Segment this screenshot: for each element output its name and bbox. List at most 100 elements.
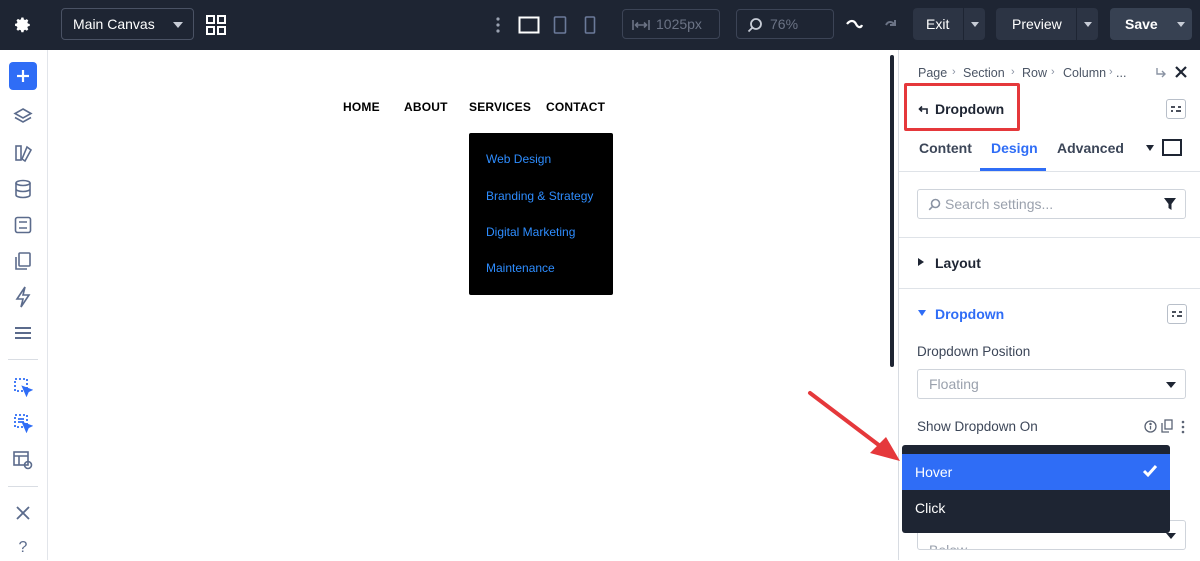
nav-link-contact[interactable]: CONTACT (546, 100, 605, 114)
search-icon (928, 198, 941, 214)
add-module-button[interactable] (9, 62, 37, 90)
zoom-search-icon (747, 17, 763, 36)
info-icon[interactable] (1144, 420, 1157, 438)
checkmark-icon (1142, 464, 1158, 481)
chevron-down-icon (1177, 21, 1185, 27)
save-menu-toggle[interactable] (1170, 8, 1192, 40)
select-module-icon[interactable] (10, 410, 36, 436)
preview-button[interactable]: Preview (996, 8, 1098, 40)
dropdown-position-value: Floating (929, 376, 979, 392)
search-placeholder: Search settings... (945, 196, 1054, 212)
save-label: Save (1125, 16, 1158, 32)
chevron-down-icon (970, 21, 979, 27)
more-vertical-icon[interactable] (1181, 420, 1185, 439)
more-vertical-icon[interactable] (491, 14, 505, 36)
services-submenu: Web Design Branding & Strategy Digital M… (469, 133, 613, 295)
annotation-arrow (808, 391, 900, 461)
submenu-item-web-design[interactable]: Web Design (486, 152, 551, 166)
layers-icon[interactable] (10, 104, 36, 130)
canvas-scrollbar[interactable] (890, 55, 894, 367)
preview-label: Preview (1012, 16, 1062, 32)
nav-link-about[interactable]: ABOUT (404, 100, 448, 114)
sidebar-divider (8, 486, 38, 487)
option-hover-label: Hover (915, 464, 953, 480)
submenu-item-maintenance[interactable]: Maintenance (486, 261, 555, 275)
submenu-item-branding[interactable]: Branding & Strategy (486, 189, 593, 203)
database-icon[interactable] (10, 176, 36, 202)
tab-content[interactable]: Content (919, 140, 972, 156)
chevron-down-icon (173, 22, 183, 28)
chevron-down-icon (1083, 21, 1092, 27)
back-arrow-icon[interactable] (917, 102, 929, 120)
sidebar-divider (8, 359, 38, 360)
canvas-select-label: Main Canvas (73, 16, 155, 32)
desktop-view-icon[interactable] (516, 13, 542, 37)
filter-icon[interactable] (1163, 197, 1177, 214)
return-arrow-icon[interactable] (1155, 66, 1167, 84)
chevron-right-icon: › (1051, 66, 1055, 78)
tabs-more-caret-icon[interactable] (1146, 145, 1154, 151)
list-icon[interactable] (10, 320, 36, 346)
zoom-field[interactable]: 76% (736, 9, 834, 39)
width-resize-icon (632, 18, 650, 34)
phone-view-icon[interactable] (580, 13, 600, 37)
canvas-width-value: 1025px (656, 16, 702, 32)
design-library-icon[interactable] (10, 140, 36, 166)
section-layout-toggle[interactable]: Layout (935, 255, 981, 271)
grid-view-icon[interactable] (204, 13, 228, 37)
preview-layout-icon[interactable] (10, 447, 36, 473)
zoom-value: 76% (770, 16, 799, 32)
submenu-item-digital-marketing[interactable]: Digital Marketing (486, 225, 575, 239)
forms-icon[interactable] (10, 212, 36, 238)
close-icon[interactable] (1174, 65, 1188, 84)
breadcrumb-page[interactable]: Page (918, 66, 947, 80)
breadcrumb-row[interactable]: Row (1022, 66, 1047, 80)
collapsed-caret-icon (918, 258, 924, 266)
pages-icon[interactable] (10, 248, 36, 274)
section-dropdown-toggle[interactable]: Dropdown (935, 306, 1004, 322)
option-click-label: Click (915, 500, 946, 516)
option-click[interactable]: Click (902, 490, 1170, 526)
chevron-right-icon: › (1011, 66, 1015, 78)
left-sidebar: ? (0, 50, 48, 560)
expanded-caret-icon (918, 310, 926, 316)
help-icon[interactable]: ? (10, 535, 36, 561)
select-element-icon[interactable] (10, 374, 36, 400)
view-mode-square-icon[interactable] (1162, 139, 1182, 156)
nav-link-services[interactable]: SERVICES (469, 100, 531, 114)
canvas-width-field[interactable]: 1025px (622, 9, 720, 39)
option-hover[interactable]: Hover (902, 454, 1170, 490)
chevron-down-icon (1166, 533, 1176, 539)
lightning-icon[interactable] (10, 284, 36, 310)
copy-icon[interactable] (1161, 419, 1173, 438)
tab-advanced[interactable]: Advanced (1057, 140, 1124, 156)
module-title: Dropdown (935, 101, 1005, 117)
preview-menu-toggle[interactable] (1076, 8, 1098, 40)
redo-icon[interactable] (877, 14, 899, 36)
nav-link-home[interactable]: HOME (343, 100, 380, 114)
section-divider (899, 288, 1200, 289)
chevron-right-icon: › (1109, 66, 1113, 78)
settings-gear-icon[interactable] (10, 12, 36, 38)
breadcrumb-more[interactable]: ... (1116, 66, 1126, 80)
show-dropdown-on-label: Show Dropdown On (917, 419, 1038, 434)
chevron-right-icon: › (952, 66, 956, 78)
tools-icon[interactable] (10, 500, 36, 526)
save-button[interactable]: Save (1110, 8, 1192, 40)
breadcrumb-section[interactable]: Section (963, 66, 1005, 80)
tablet-view-icon[interactable] (550, 13, 570, 37)
exit-menu-toggle[interactable] (963, 8, 985, 40)
tabs-divider (899, 171, 1200, 172)
section-options-button[interactable] (1167, 304, 1187, 324)
search-divider (899, 237, 1200, 238)
settings-search-input[interactable]: Search settings... (917, 189, 1186, 219)
show-on-options-popup: Hover Click (902, 445, 1170, 533)
undo-icon[interactable] (843, 14, 865, 36)
dropdown-position-label: Dropdown Position (917, 344, 1031, 359)
module-options-button[interactable] (1166, 99, 1186, 119)
canvas-select[interactable]: Main Canvas (61, 8, 194, 40)
breadcrumb-column[interactable]: Column (1063, 66, 1106, 80)
exit-button[interactable]: Exit (913, 8, 985, 40)
tab-design[interactable]: Design (991, 140, 1038, 156)
dropdown-position-select[interactable]: Floating (917, 369, 1186, 399)
